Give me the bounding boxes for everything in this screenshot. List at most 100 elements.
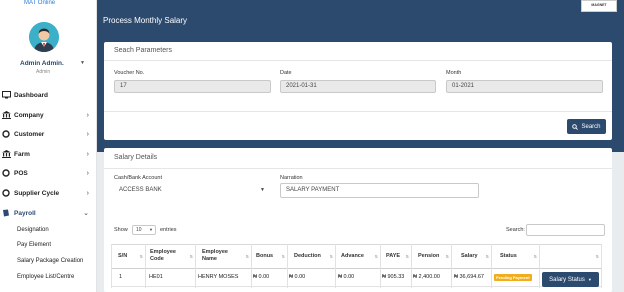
- nav-sub-designation[interactable]: Designation: [17, 227, 49, 233]
- nav-farm[interactable]: Farm ›: [0, 147, 97, 161]
- monitor-icon: [0, 91, 14, 99]
- show-label: Show: [114, 227, 128, 233]
- chevron-right-icon: ›: [86, 130, 89, 138]
- nav-pos[interactable]: POS ›: [0, 166, 97, 180]
- sort-icon: ⇅: [533, 253, 537, 259]
- nav-customer-label: Customer: [14, 130, 45, 138]
- nav-sub-salary-package[interactable]: Salary Package Creation: [17, 258, 83, 264]
- date-label: Date: [280, 70, 292, 76]
- cash-bank-select[interactable]: ACCESS BANK ▼: [114, 184, 270, 198]
- table-search-input[interactable]: [526, 224, 605, 236]
- salary-details-card: Salary Details Cash/Bank Account ACCESS …: [104, 148, 612, 292]
- cell-status: Pending Payment: [494, 269, 532, 285]
- nav-pos-label: POS: [14, 169, 28, 177]
- col-employee-name-label: Employee Name: [202, 249, 228, 262]
- search-parameters-title: Seach Parameters: [114, 47, 172, 54]
- divider: [104, 168, 612, 169]
- bank-icon: [0, 150, 14, 158]
- month-field[interactable]: 01-2021: [446, 80, 603, 93]
- col-divider: [601, 244, 602, 288]
- col-advance[interactable]: Advance ⇅: [341, 244, 380, 268]
- circle-icon: [0, 189, 14, 197]
- avatar: [29, 22, 59, 52]
- col-employee-name[interactable]: Employee Name ⇅: [202, 244, 251, 268]
- voucher-field[interactable]: 17: [114, 80, 271, 93]
- nav-farm-label: Farm: [14, 150, 30, 158]
- nav-payroll[interactable]: Payroll ⌄: [0, 206, 97, 220]
- nav-supplier-cycle-label: Supplier Cycle: [14, 189, 60, 197]
- bank-icon: [0, 111, 14, 119]
- sort-icon: ⇅: [139, 253, 143, 259]
- col-divider: [451, 244, 452, 288]
- search-icon: [572, 123, 579, 130]
- col-divider: [380, 244, 381, 288]
- salary-status-button[interactable]: Salary Status ▼: [542, 272, 599, 287]
- col-sn[interactable]: S/N ⇅: [118, 244, 145, 268]
- narration-label: Narration: [280, 175, 303, 181]
- col-status[interactable]: Status ⇅: [500, 244, 539, 268]
- sort-icon: ⇅: [374, 253, 378, 259]
- chevron-right-icon: ›: [86, 150, 89, 158]
- sort-icon: ⇅: [189, 253, 193, 259]
- salary-details-title: Salary Details: [114, 154, 158, 161]
- col-status-label: Status: [500, 253, 517, 259]
- entries-value: 10: [136, 227, 142, 233]
- circle-icon: [0, 169, 14, 177]
- nav-dashboard[interactable]: Dashboard: [0, 88, 97, 102]
- chevron-right-icon: ›: [86, 111, 89, 119]
- sort-icon: ⇅: [329, 253, 333, 259]
- sort-icon: ⇅: [485, 253, 489, 259]
- date-field[interactable]: 2021-01-31: [280, 80, 436, 93]
- narration-field[interactable]: SALARY PAYMENT: [280, 183, 479, 198]
- salary-status-button-label: Salary Status: [549, 276, 585, 283]
- voucher-label: Voucher No.: [114, 70, 145, 76]
- nav-payroll-label: Payroll: [14, 209, 36, 217]
- cell-bonus: ₦ 0.00: [253, 274, 270, 280]
- col-divider: [287, 244, 288, 288]
- table-search-label: Search:: [506, 227, 525, 233]
- caret-down-icon: ▼: [587, 277, 592, 282]
- sort-icon: ⇅: [405, 253, 409, 259]
- nav-sub-pay-element[interactable]: Pay Element: [17, 242, 51, 248]
- col-bonus-label: Bonus: [256, 253, 274, 259]
- nav-dashboard-label: Dashboard: [14, 91, 48, 99]
- col-employee-code[interactable]: Employee Code ⇅: [150, 244, 195, 268]
- col-divider: [491, 244, 492, 288]
- nav-company[interactable]: Company ›: [0, 108, 97, 122]
- search-parameters-card: Seach Parameters Voucher No. 17 Date 202…: [104, 42, 612, 140]
- nav-sub-employee-list[interactable]: Employee List/Centre: [17, 274, 74, 280]
- search-button[interactable]: Search: [567, 119, 606, 134]
- entries-label: entries: [160, 227, 177, 233]
- chevron-right-icon: ›: [86, 169, 89, 177]
- cash-bank-label: Cash/Bank Account: [114, 175, 163, 181]
- entries-select[interactable]: 10 ▼: [132, 225, 156, 235]
- col-divider: [111, 244, 112, 288]
- col-action: ⇅: [544, 244, 601, 268]
- divider: [104, 111, 612, 112]
- status-badge: Pending Payment: [494, 273, 532, 281]
- cell-salary: ₦ 36,694.67: [454, 274, 484, 280]
- cell-paye: ₦ 905.33: [382, 274, 405, 280]
- sort-icon: ⇅: [445, 253, 449, 259]
- col-bonus[interactable]: Bonus ⇅: [256, 244, 287, 268]
- nav-customer[interactable]: Customer ›: [0, 127, 97, 141]
- col-divider: [411, 244, 412, 288]
- col-paye-label: PAYE: [386, 253, 401, 259]
- col-salary-label: Salary: [461, 253, 478, 259]
- month-label: Month: [446, 70, 462, 76]
- col-salary[interactable]: Salary ⇅: [461, 244, 491, 268]
- user-menu-caret-icon[interactable]: ▼: [80, 60, 85, 66]
- col-divider: [195, 244, 196, 288]
- sidebar: MAT Online Admin Admin. ▼ Admin Dashboar…: [0, 0, 97, 292]
- cell-employee-code: HE01: [149, 274, 163, 280]
- page-title: Process Monthly Salary: [103, 16, 188, 25]
- col-paye[interactable]: PAYE ⇅: [386, 244, 411, 268]
- col-deduction[interactable]: Deduction ⇅: [294, 244, 335, 268]
- col-pension-label: Pension: [418, 253, 440, 259]
- nav-supplier-cycle[interactable]: Supplier Cycle ›: [0, 186, 97, 200]
- sort-icon: ⇅: [595, 253, 599, 259]
- search-button-label: Search: [581, 123, 601, 130]
- col-pension[interactable]: Pension ⇅: [418, 244, 451, 268]
- sort-icon: ⇅: [245, 253, 249, 259]
- cell-sn: 1: [119, 274, 123, 280]
